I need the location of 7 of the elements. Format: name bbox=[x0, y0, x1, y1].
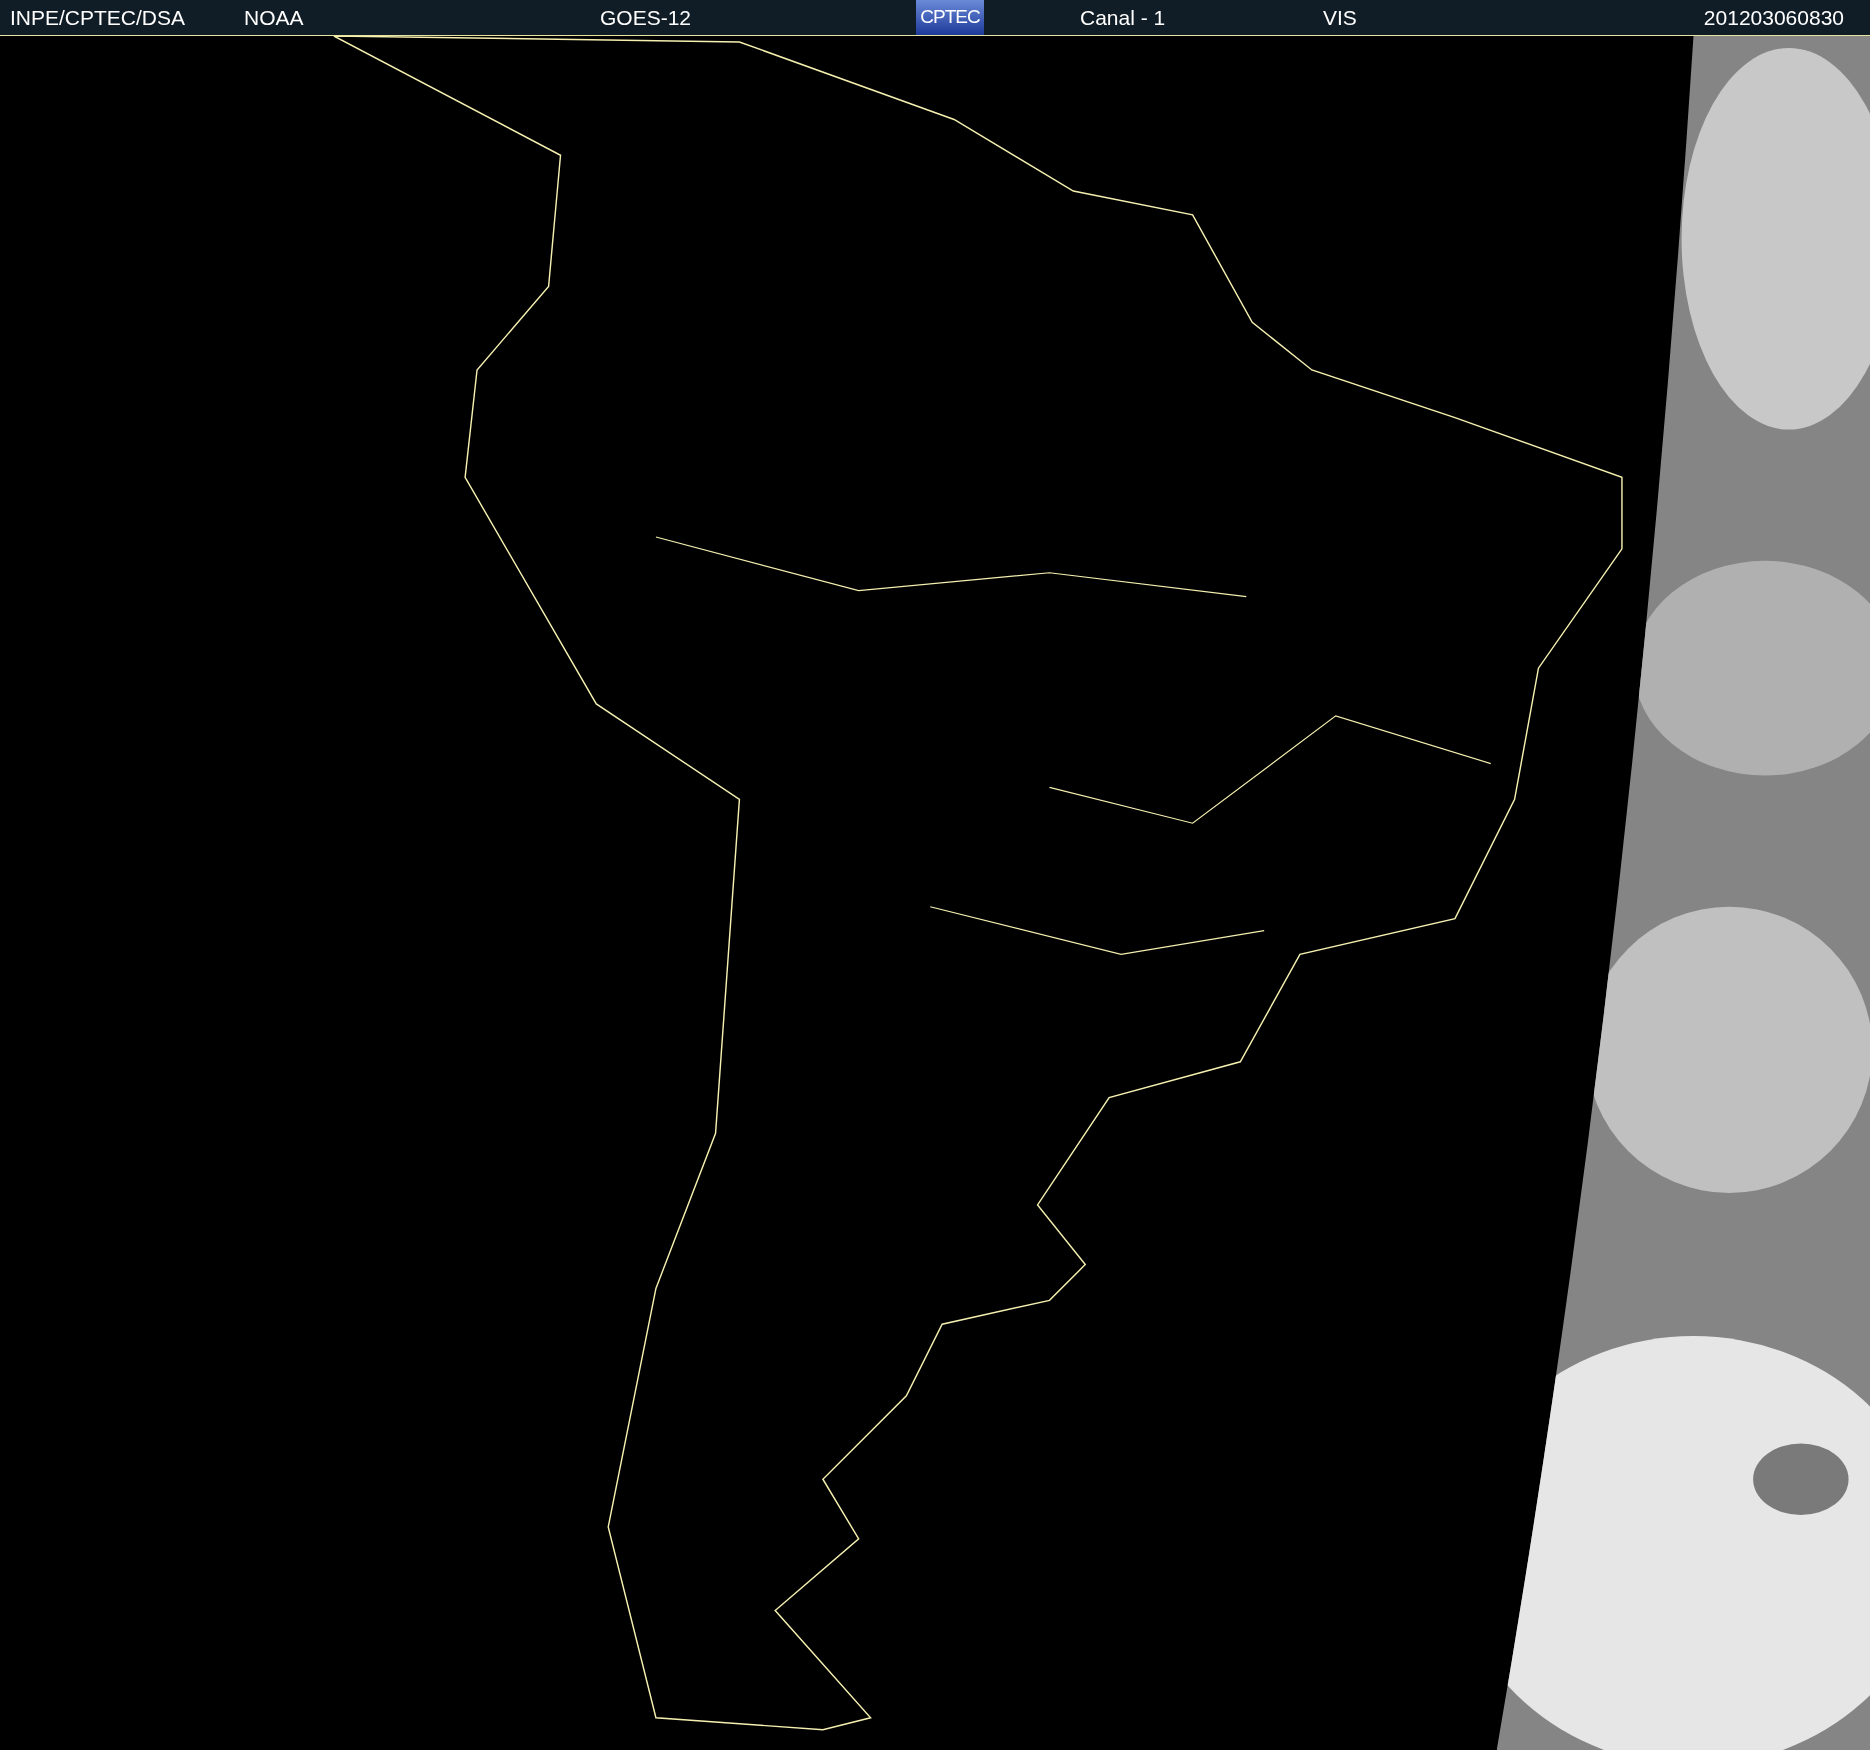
logo: CPTEC bbox=[916, 0, 984, 35]
agency-label: NOAA bbox=[244, 4, 304, 31]
channel-label: Canal - 1 bbox=[1080, 4, 1166, 31]
band-label: VIS bbox=[1323, 4, 1357, 31]
timestamp-label: 201203060830 bbox=[1703, 4, 1844, 31]
source-label: INPE/CPTEC/DSA bbox=[10, 4, 186, 31]
satellite-label: GOES-12 bbox=[600, 4, 692, 31]
